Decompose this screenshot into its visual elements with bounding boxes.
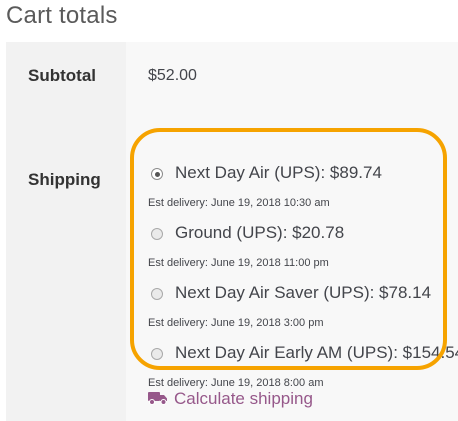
subtotal-row: Subtotal $52.00 — [6, 42, 458, 114]
shipping-radio[interactable] — [151, 168, 163, 180]
calculate-shipping-label[interactable]: Calculate shipping — [174, 389, 313, 408]
shipping-radio[interactable] — [151, 348, 163, 360]
shipping-header-cell: Shipping — [6, 114, 126, 421]
shipping-method-label[interactable]: Next Day Air Early AM (UPS): $154.54 — [175, 343, 458, 363]
shipping-radio[interactable] — [151, 288, 163, 300]
shipping-method-eta: Est delivery: June 19, 2018 8:00 am — [148, 377, 324, 389]
shipping-method-eta: Est delivery: June 19, 2018 10:30 am — [148, 197, 330, 209]
subtotal-value: $52.00 — [148, 67, 197, 84]
shipping-method-eta: Est delivery: June 19, 2018 11:00 pm — [148, 257, 329, 269]
shipping-method-eta: Est delivery: June 19, 2018 3:00 pm — [148, 317, 324, 329]
truck-icon — [148, 390, 168, 410]
cart-totals-table: Subtotal $52.00 Shipping Next Day Air (U… — [6, 42, 458, 421]
shipping-radio[interactable] — [151, 228, 163, 240]
calculate-shipping-link[interactable]: Calculate shipping — [148, 389, 313, 410]
shipping-row: Shipping Next Day Air (UPS): $89.74 Est … — [6, 114, 458, 421]
subtotal-header-cell: Subtotal — [6, 42, 126, 114]
shipping-method-label[interactable]: Ground (UPS): $20.78 — [175, 223, 344, 243]
shipping-method-next-day-air[interactable]: Next Day Air (UPS): $89.74 Est delivery:… — [148, 162, 458, 222]
shipping-method-ground[interactable]: Ground (UPS): $20.78 Est delivery: June … — [148, 222, 458, 282]
shipping-method-label[interactable]: Next Day Air (UPS): $89.74 — [175, 163, 382, 183]
cart-totals-heading: Cart totals — [6, 2, 118, 29]
shipping-label: Shipping — [28, 170, 101, 189]
shipping-method-label[interactable]: Next Day Air Saver (UPS): $78.14 — [175, 283, 431, 303]
shipping-method-next-day-air-saver[interactable]: Next Day Air Saver (UPS): $78.14 Est del… — [148, 282, 458, 342]
subtotal-label: Subtotal — [28, 66, 96, 85]
